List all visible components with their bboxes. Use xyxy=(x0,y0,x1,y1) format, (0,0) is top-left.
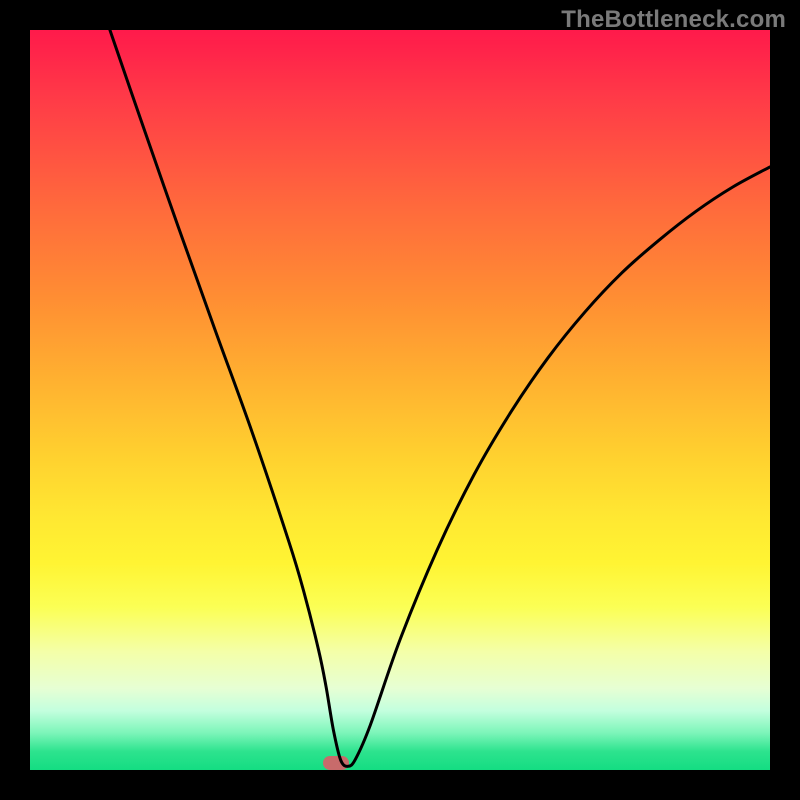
plot-area xyxy=(30,30,770,770)
chart-frame: TheBottleneck.com xyxy=(0,0,800,800)
bottleneck-curve-svg xyxy=(30,30,770,770)
watermark-text: TheBottleneck.com xyxy=(561,6,786,34)
bottleneck-curve-path xyxy=(110,30,770,766)
